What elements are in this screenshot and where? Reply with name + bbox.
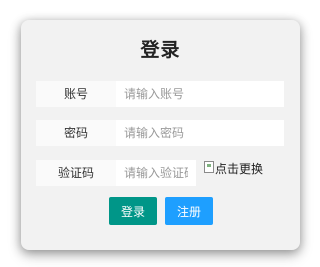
password-label: 密码 — [36, 120, 116, 146]
account-row: 账号 — [36, 81, 284, 107]
captcha-image-alt: 点击更换 — [215, 162, 264, 176]
page-title: 登录 — [140, 39, 181, 61]
password-row: 密码 — [36, 120, 284, 146]
captcha-row: 验证码 点击更换 — [36, 160, 263, 186]
broken-image-icon — [204, 161, 214, 173]
password-input[interactable] — [116, 120, 284, 146]
captcha-image[interactable]: 点击更换 — [204, 160, 263, 176]
login-card: 登录 账号 密码 验证码 点击更换 登录 注册 — [21, 20, 300, 250]
register-button[interactable]: 注册 — [165, 197, 213, 225]
captcha-label: 验证码 — [36, 160, 116, 186]
captcha-input[interactable] — [116, 160, 196, 186]
account-label: 账号 — [36, 81, 116, 107]
account-input[interactable] — [116, 81, 284, 107]
login-button[interactable]: 登录 — [109, 197, 157, 225]
